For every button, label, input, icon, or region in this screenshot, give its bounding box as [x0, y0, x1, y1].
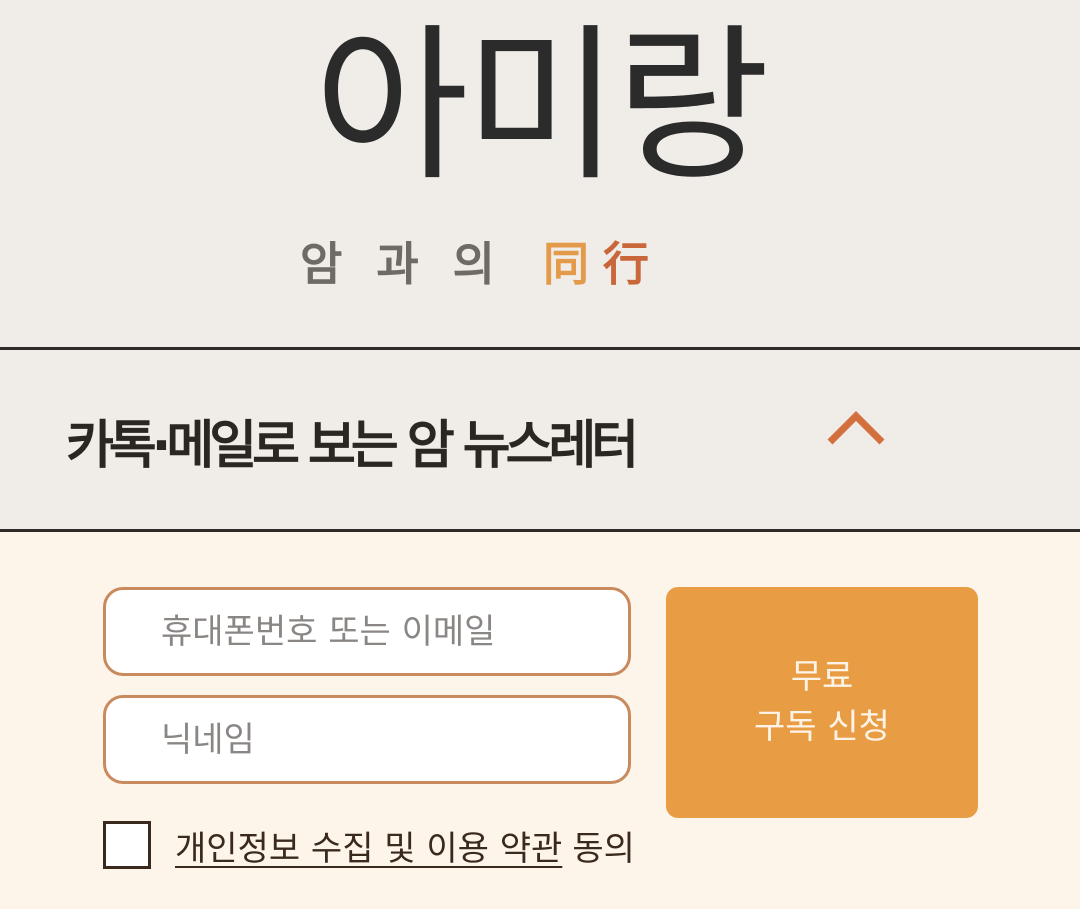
- subscribe-button[interactable]: 무료 구독 신청: [666, 587, 978, 818]
- logo-title: 아미랑: [314, 8, 770, 204]
- subscribe-button-label: 무료: [790, 657, 854, 698]
- logo-tagline: 암 과 의 同 行: [300, 234, 649, 294]
- logo-tagline-char: 암: [300, 237, 343, 291]
- agree-row: 개인정보 수집 및 이용 약관 동의: [103, 820, 635, 870]
- agree-label: 동의: [572, 828, 635, 869]
- logo-tagline-char: 의: [452, 237, 495, 291]
- logo-tagline-hanja: 同: [542, 237, 589, 291]
- chevron-up-icon[interactable]: [826, 408, 886, 448]
- newsletter-title: 카톡·메일로 보는 암 뉴스레터: [66, 415, 639, 476]
- logo-tagline-char: 과: [376, 237, 419, 291]
- nickname-input[interactable]: [103, 695, 631, 784]
- logo-tagline-hanja: 行: [602, 237, 649, 291]
- agree-checkbox[interactable]: [103, 821, 151, 869]
- site-header: 아미랑 암 과 의 同 行: [0, 0, 1080, 348]
- contact-input[interactable]: [103, 587, 631, 676]
- privacy-terms-link[interactable]: 개인정보 수집 및 이용 약관: [175, 821, 562, 870]
- newsletter-header[interactable]: 카톡·메일로 보는 암 뉴스레터: [0, 350, 1080, 530]
- subscribe-button-label: 구독 신청: [754, 706, 890, 747]
